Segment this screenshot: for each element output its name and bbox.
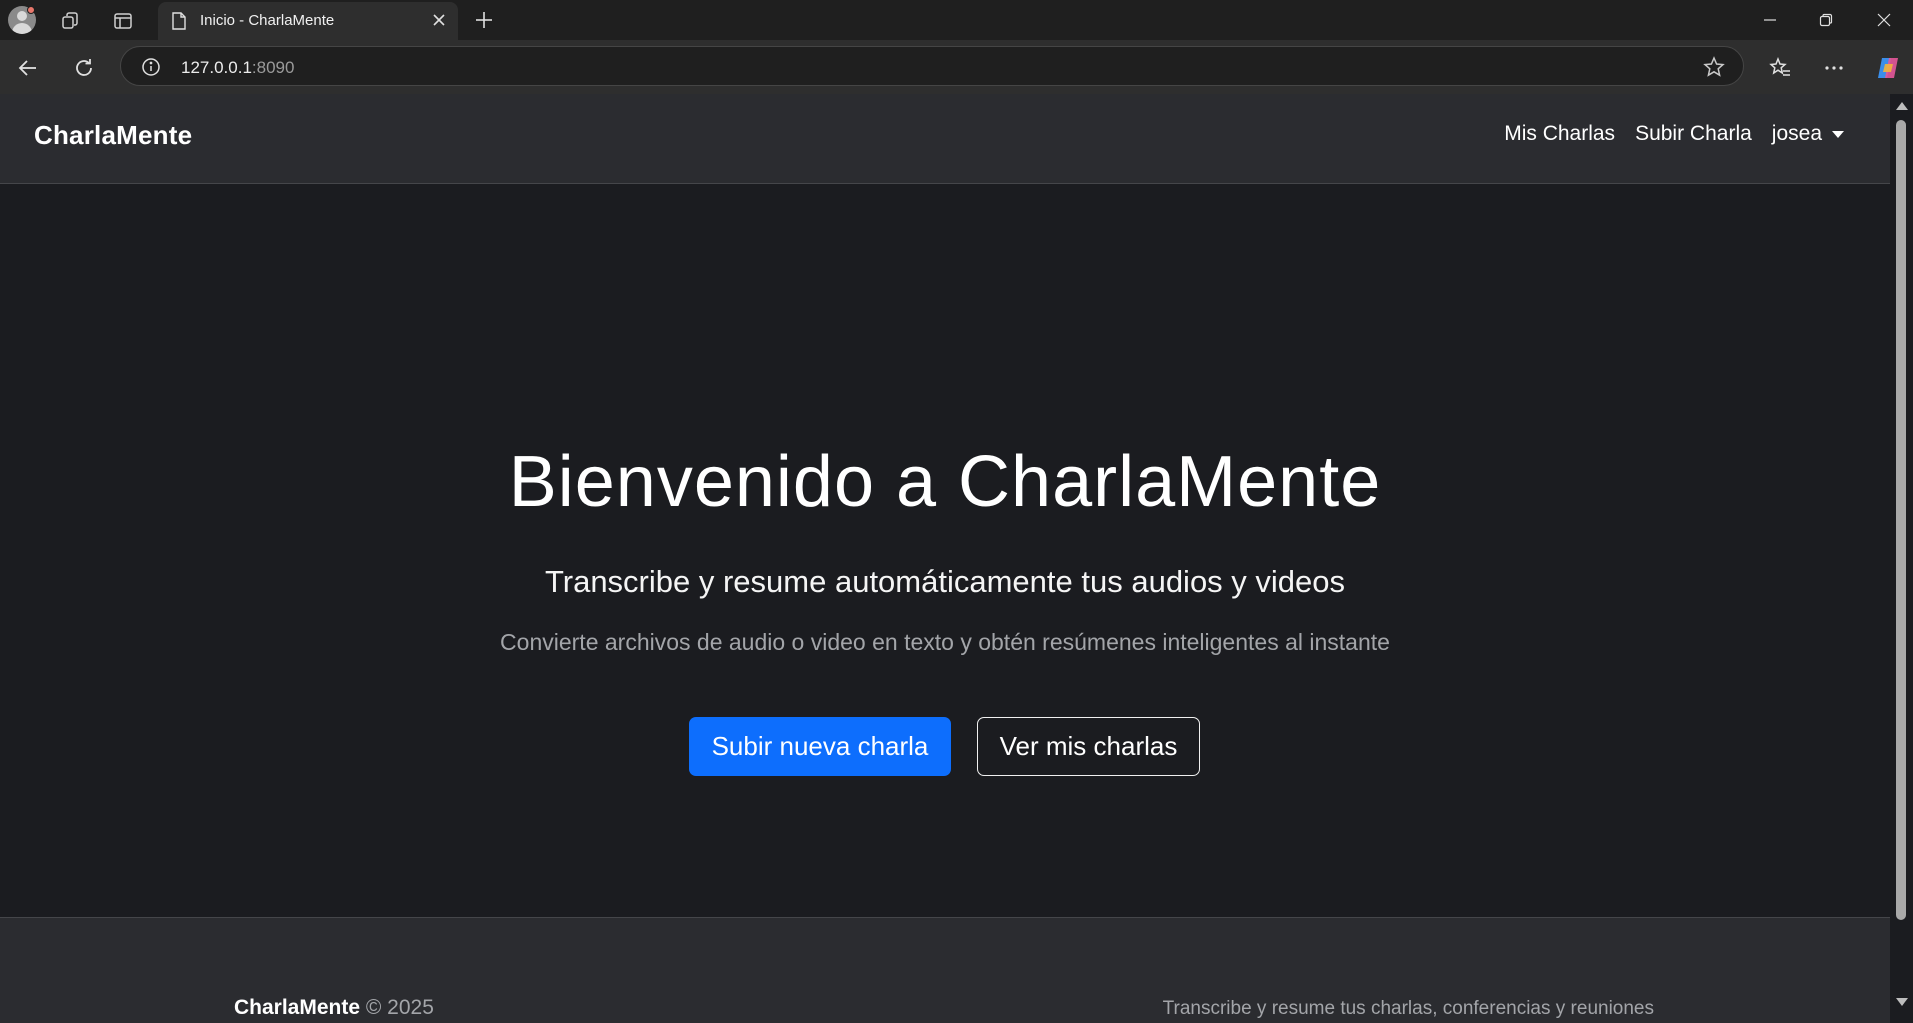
hero-lead-text: Convierte archivos de audio o video en t… — [500, 629, 1390, 655]
site-info-icon[interactable] — [141, 57, 161, 82]
copilot-icon[interactable] — [1872, 52, 1904, 84]
user-dropdown[interactable]: josea — [1772, 122, 1844, 146]
favorite-star-icon[interactable] — [1703, 56, 1725, 83]
close-window-icon[interactable] — [1870, 6, 1898, 34]
view-talks-button[interactable]: Ver mis charlas — [977, 717, 1200, 776]
hero-title: Bienvenido a CharlaMente — [508, 442, 1382, 522]
user-name: josea — [1771, 122, 1822, 145]
more-options-icon[interactable] — [1818, 52, 1850, 84]
url-text: 127.0.0.1:8090 — [181, 58, 295, 77]
vertical-tabs-icon[interactable] — [110, 8, 136, 34]
caret-down-icon — [1832, 130, 1844, 138]
navbar-brand[interactable]: CharlaMente — [34, 120, 192, 151]
site-footer: CharlaMente © 2025 Transcribe y resume t… — [0, 917, 1890, 1023]
footer-copyright: CharlaMente © 2025 — [234, 996, 434, 1019]
new-tab-icon[interactable] — [470, 6, 498, 34]
scroll-down-arrow-icon[interactable] — [1896, 998, 1908, 1006]
navbar-links: Mis Charlas Subir Charla josea — [1504, 122, 1844, 146]
page-viewport: CharlaMente Mis Charlas Subir Charla jos… — [0, 94, 1890, 1023]
reload-icon[interactable] — [68, 52, 100, 84]
browser-tab-strip: Inicio - CharlaMente — [0, 0, 1913, 40]
page-scrollbar[interactable] — [1890, 94, 1913, 1023]
notification-dot — [27, 6, 35, 14]
scrollbar-thumb[interactable] — [1896, 120, 1906, 920]
scroll-up-arrow-icon[interactable] — [1896, 102, 1908, 110]
nav-link-subir-charla[interactable]: Subir Charla — [1635, 122, 1752, 146]
browser-toolbar: 127.0.0.1:8090 — [0, 40, 1913, 94]
back-arrow-icon[interactable] — [12, 52, 44, 84]
restore-window-icon[interactable] — [1812, 6, 1840, 34]
nav-link-mis-charlas[interactable]: Mis Charlas — [1504, 122, 1615, 146]
address-bar[interactable]: 127.0.0.1:8090 — [120, 46, 1744, 86]
favorites-icon[interactable] — [1764, 52, 1796, 84]
hero-subtitle: Transcribe y resume automáticamente tus … — [544, 564, 1346, 599]
page-icon — [170, 11, 188, 36]
browser-tab-active[interactable]: Inicio - CharlaMente — [158, 2, 458, 40]
tab-title: Inicio - CharlaMente — [200, 12, 335, 29]
hero-section: Bienvenido a CharlaMente Transcribe y re… — [0, 184, 1890, 829]
site-navbar: CharlaMente Mis Charlas Subir Charla jos… — [0, 94, 1890, 184]
minimize-window-icon[interactable] — [1756, 6, 1784, 34]
workspaces-icon[interactable] — [58, 8, 84, 34]
close-tab-icon[interactable] — [430, 11, 448, 34]
footer-tagline: Transcribe y resume tus charlas, confere… — [1162, 998, 1654, 1019]
upload-talk-button[interactable]: Subir nueva charla — [689, 717, 951, 776]
